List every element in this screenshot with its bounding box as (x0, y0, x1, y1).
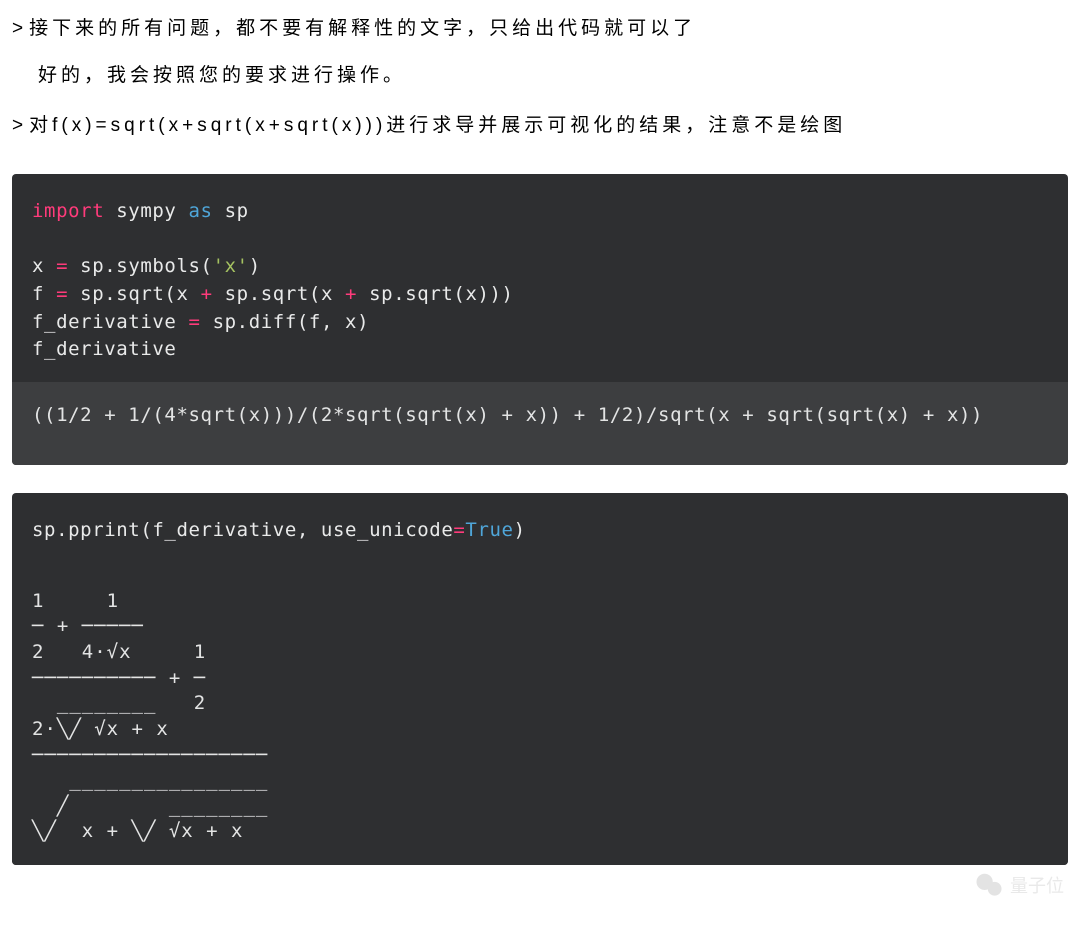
code-output: ((1/2 + 1/(4*sqrt(x)))/(2*sqrt(sqrt(x) +… (12, 382, 1068, 466)
user-prompt-2: > 对f(x)=sqrt(x+sqrt(x+sqrt(x)))进行求导并展示可视… (12, 111, 1060, 140)
user-prompt-1: > 接下来的所有问题，都不要有解释性的文字，只给出代码就可以了 (12, 14, 1060, 43)
watermark-text: 量子位 (1010, 872, 1064, 898)
prompt-text: 对f(x)=sqrt(x+sqrt(x+sqrt(x)))进行求导并展示可视化的… (29, 111, 846, 140)
code-block: import sympy as sp x = sp.symbols('x') f… (12, 174, 1068, 381)
code-cell-2: sp.pprint(f_derivative, use_unicode=True… (12, 493, 1068, 865)
assistant-reply-1: 好的，我会按照您的要求进行操作。 (38, 61, 1060, 90)
prompt-marker: > (12, 111, 23, 140)
prompt-marker: > (12, 14, 23, 43)
code-output: 1 1 ─ + ───── 2 4·√x 1 ────────── + ─ __… (12, 563, 1068, 865)
code-block: sp.pprint(f_derivative, use_unicode=True… (12, 493, 1068, 563)
chat-transcript: > 接下来的所有问题，都不要有解释性的文字，只给出代码就可以了 好的，我会按照您… (0, 0, 1080, 174)
prompt-text: 接下来的所有问题，都不要有解释性的文字，只给出代码就可以了 (29, 14, 696, 43)
code-cell-1: import sympy as sp x = sp.symbols('x') f… (12, 174, 1068, 465)
wechat-icon (974, 870, 1004, 900)
